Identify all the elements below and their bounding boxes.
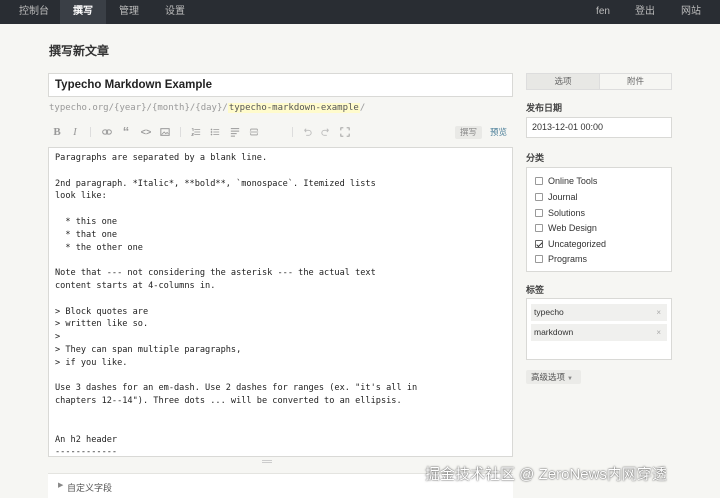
nav-site[interactable]: 网站 <box>673 0 709 24</box>
category-checkbox[interactable] <box>535 255 543 263</box>
blockquote-icon[interactable]: “ <box>119 124 133 140</box>
link-icon[interactable] <box>100 124 114 140</box>
bold-icon[interactable]: B <box>50 124 64 140</box>
chevron-down-icon: ▼ <box>567 376 573 382</box>
permalink-prefix: typecho.org/{year}/{month}/{day}/ <box>49 103 228 113</box>
expand-caret-icon: ▶ <box>58 482 64 489</box>
category-name: Journal <box>548 192 578 202</box>
toolbar-divider <box>292 127 293 137</box>
permalink-slug-input[interactable]: typecho-markdown-example <box>227 103 360 113</box>
horizontal-rule-icon[interactable] <box>247 124 261 140</box>
category-name: Web Design <box>548 223 597 233</box>
tag-name: typecho <box>534 307 564 317</box>
category-name: Online Tools <box>548 176 598 186</box>
toolbar-divider <box>90 127 91 137</box>
tag-chip: markdown × <box>531 324 667 341</box>
tab-attachments[interactable]: 附件 <box>599 74 671 89</box>
editor-toolbar: B I “ <> 撰写 预览 <box>48 124 513 142</box>
category-checkbox[interactable] <box>535 209 543 217</box>
remove-tag-icon[interactable]: × <box>656 304 661 321</box>
tab-options[interactable]: 选项 <box>527 74 599 89</box>
image-icon[interactable] <box>158 124 172 140</box>
nav-logout[interactable]: 登出 <box>627 0 663 24</box>
advanced-options-button[interactable]: 高级选项 ▼ <box>526 370 581 384</box>
redo-icon[interactable] <box>319 124 333 140</box>
category-name: Programs <box>548 254 588 264</box>
code-icon[interactable]: <> <box>139 124 153 140</box>
top-nav: 控制台 撰写 管理 设置 fen 登出 网站 <box>0 0 720 24</box>
category-checkbox[interactable] <box>535 177 543 185</box>
heading-icon[interactable] <box>228 124 242 140</box>
tags-label: 标签 <box>526 285 545 295</box>
category-label: 分类 <box>526 153 545 163</box>
undo-icon[interactable] <box>300 124 314 140</box>
nav-write[interactable]: 撰写 <box>60 0 106 24</box>
editor-content[interactable]: Paragraphs are separated by a blank line… <box>49 148 512 456</box>
editor-resize-handle[interactable] <box>262 460 272 463</box>
nav-dashboard[interactable]: 控制台 <box>8 0 60 24</box>
ordered-list-icon[interactable] <box>189 124 203 140</box>
sidebar-tabs: 选项 附件 <box>526 73 672 90</box>
watermark: 掘金技术社区 @ ZeroNews内网穿透 <box>425 466 667 483</box>
write-mode-button[interactable]: 撰写 <box>455 126 483 139</box>
toolbar-divider <box>180 127 181 137</box>
page-title: 撰写新文章 <box>49 44 110 58</box>
preview-mode-button[interactable]: 预览 <box>490 126 507 139</box>
nav-settings[interactable]: 设置 <box>152 0 198 24</box>
publish-date-input[interactable]: 2013-12-01 00:00 <box>526 117 672 138</box>
publish-date-label: 发布日期 <box>526 103 563 113</box>
nav-user[interactable]: fen <box>586 0 620 24</box>
category-checkbox[interactable] <box>535 224 543 232</box>
custom-fields-label: 自定义字段 <box>67 483 113 493</box>
category-list: Online Tools Journal Solutions Web Desig… <box>526 167 672 272</box>
unordered-list-icon[interactable] <box>208 124 222 140</box>
tags-input[interactable]: typecho × markdown × <box>526 298 672 360</box>
category-name: Solutions <box>548 208 586 218</box>
category-name: Uncategorized <box>548 239 607 249</box>
remove-tag-icon[interactable]: × <box>656 324 661 341</box>
advanced-options-label: 高级选项 <box>531 372 566 382</box>
post-title-input[interactable]: Typecho Markdown Example <box>48 73 513 97</box>
fullscreen-icon[interactable] <box>338 124 352 140</box>
italic-icon[interactable]: I <box>68 124 82 140</box>
markdown-editor[interactable]: Paragraphs are separated by a blank line… <box>48 147 513 457</box>
nav-manage[interactable]: 管理 <box>106 0 152 24</box>
category-checkbox-checked[interactable] <box>535 240 543 248</box>
tag-chip: typecho × <box>531 304 667 321</box>
tag-name: markdown <box>534 327 574 337</box>
permalink: typecho.org/{year}/{month}/{day}/typecho… <box>49 103 365 113</box>
category-checkbox[interactable] <box>535 193 543 201</box>
permalink-suffix: / <box>359 103 366 113</box>
